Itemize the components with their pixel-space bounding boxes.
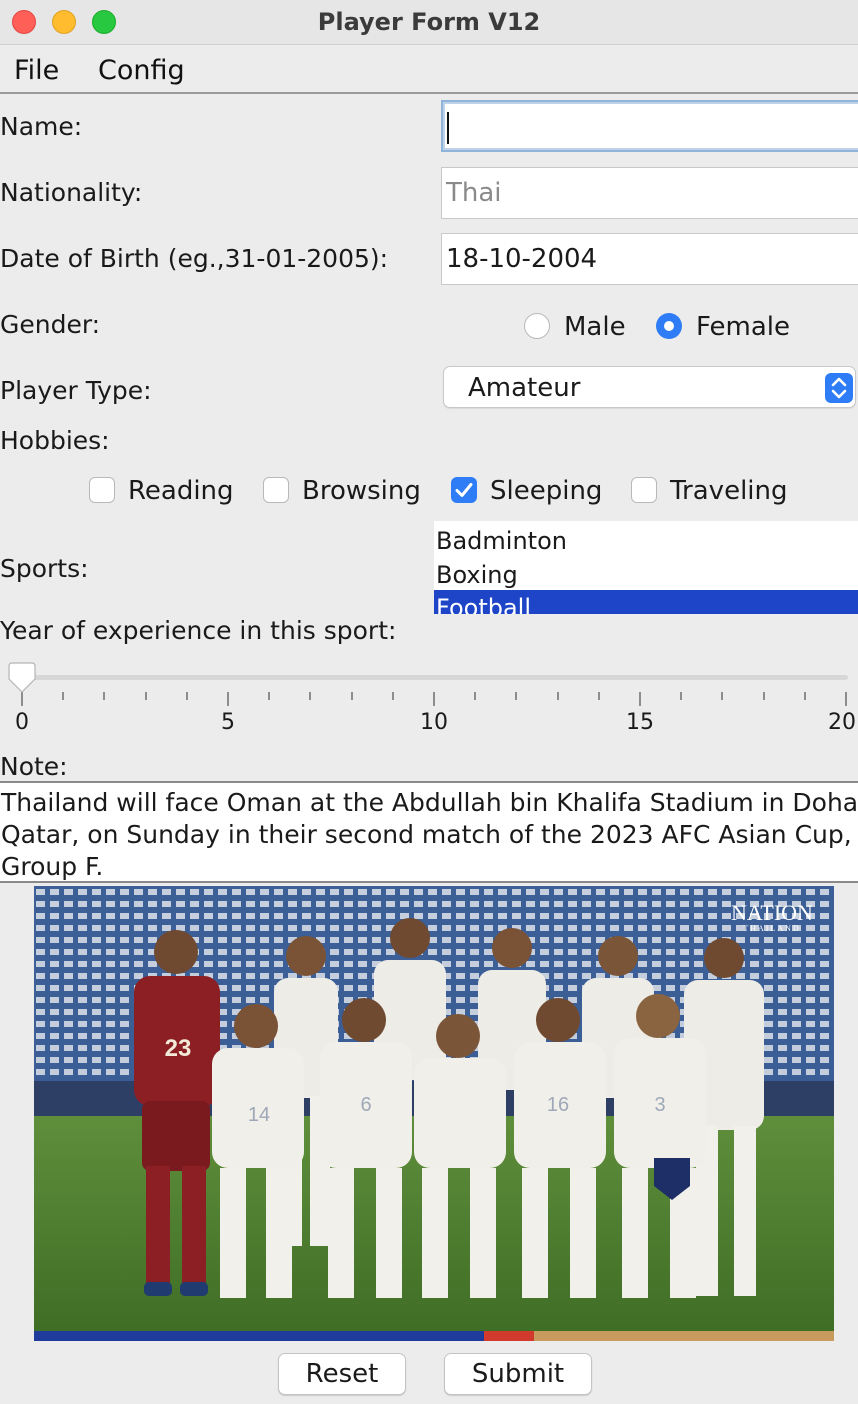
window-title: Player Form V12 xyxy=(317,8,541,36)
player-type-value: Amateur xyxy=(468,373,581,403)
jersey-number: 14 xyxy=(248,1104,270,1126)
name-label: Name: xyxy=(0,112,83,141)
tick-label: 15 xyxy=(626,710,654,735)
slider-tick xyxy=(515,692,518,700)
hobby-browsing-label[interactable]: Browsing xyxy=(302,475,421,507)
note-line: Qatar, on Sunday in their second match o… xyxy=(1,820,852,849)
note-textarea[interactable]: Thailand will face Oman at the Abdullah … xyxy=(0,781,858,883)
jersey-number: 16 xyxy=(547,1094,569,1116)
jersey-number: 6 xyxy=(360,1094,371,1116)
watermark-logo: NATION xyxy=(731,900,813,925)
list-item[interactable]: Boxing xyxy=(434,557,858,591)
tick-label: 0 xyxy=(15,710,29,735)
jersey-number: 23 xyxy=(165,1035,192,1062)
menu-bar: File Config xyxy=(0,45,858,94)
note-line: Group F. xyxy=(1,852,104,881)
nationality-input[interactable]: Thai xyxy=(441,167,858,219)
list-item[interactable]: Badminton xyxy=(434,523,858,557)
experience-slider-thumb[interactable] xyxy=(5,661,39,695)
slider-tick xyxy=(227,692,229,706)
text-caret xyxy=(447,112,449,144)
list-item-selected[interactable]: Football xyxy=(434,590,858,614)
slider-tick xyxy=(62,692,65,700)
title-bar: Player Form V12 xyxy=(0,0,858,45)
experience-label: Year of experience in this sport: xyxy=(0,616,397,645)
slider-tick xyxy=(762,692,765,700)
menu-file[interactable]: File xyxy=(14,45,59,92)
slider-tick xyxy=(845,692,847,706)
dob-value: 18-10-2004 xyxy=(446,244,598,274)
experience-slider-track[interactable] xyxy=(22,675,848,680)
nationality-label: Nationality: xyxy=(0,178,143,207)
hobby-sleeping-label[interactable]: Sleeping xyxy=(490,475,602,507)
slider-tick xyxy=(680,692,683,700)
note-label: Note: xyxy=(0,752,68,781)
nationality-placeholder: Thai xyxy=(446,178,502,208)
slider-tick xyxy=(309,692,312,700)
svg-text:THAILAND: THAILAND xyxy=(743,924,800,933)
sports-label: Sports: xyxy=(0,554,89,583)
slider-tick xyxy=(103,692,106,700)
note-line: Thailand will face Oman at the Abdullah … xyxy=(1,788,858,817)
tick-label: 10 xyxy=(420,710,448,735)
photo-color-strip xyxy=(34,1326,834,1341)
menu-config[interactable]: Config xyxy=(98,45,185,92)
hobby-reading-checkbox[interactable] xyxy=(89,477,115,503)
gender-male-label[interactable]: Male xyxy=(564,311,626,343)
player-type-select[interactable]: Amateur xyxy=(443,366,856,408)
dob-label: Date of Birth (eg.,31-01-2005): xyxy=(0,244,389,273)
jersey-number: 3 xyxy=(654,1094,665,1116)
hobby-sleeping-checkbox[interactable] xyxy=(451,477,477,503)
slider-tick xyxy=(268,692,271,700)
hobby-traveling-label[interactable]: Traveling xyxy=(670,475,788,507)
slider-tick xyxy=(185,692,188,700)
slider-tick xyxy=(721,692,724,700)
slider-tick xyxy=(391,692,394,700)
team-photo: 23 14 6 16 3 NATION THAILAND xyxy=(34,886,834,1336)
slider-tick xyxy=(144,692,147,700)
chevron-updown-icon xyxy=(825,373,853,403)
reset-button[interactable]: Reset xyxy=(278,1353,406,1395)
dob-input[interactable]: 18-10-2004 xyxy=(441,233,858,285)
slider-tick xyxy=(474,692,477,700)
slider-tick xyxy=(350,692,353,700)
hobby-browsing-checkbox[interactable] xyxy=(263,477,289,503)
hobbies-label: Hobbies: xyxy=(0,426,110,455)
slider-tick xyxy=(433,692,435,706)
tick-label: 5 xyxy=(221,710,235,735)
slider-tick xyxy=(597,692,600,700)
gender-female-label[interactable]: Female xyxy=(696,311,790,343)
gender-label: Gender: xyxy=(0,310,101,339)
player-type-label: Player Type: xyxy=(0,376,152,405)
hobby-traveling-checkbox[interactable] xyxy=(631,477,657,503)
sports-list[interactable]: Badminton Boxing Football xyxy=(434,521,858,614)
name-input[interactable] xyxy=(441,100,858,152)
slider-tick xyxy=(803,692,806,700)
hobby-reading-label[interactable]: Reading xyxy=(128,475,234,507)
gender-male-radio[interactable] xyxy=(524,313,550,339)
tick-label: 20 xyxy=(828,710,856,735)
checkmark-icon xyxy=(455,483,473,497)
gender-female-radio[interactable] xyxy=(656,313,682,339)
submit-button[interactable]: Submit xyxy=(444,1353,592,1395)
slider-tick xyxy=(556,692,559,700)
slider-tick xyxy=(639,692,641,706)
